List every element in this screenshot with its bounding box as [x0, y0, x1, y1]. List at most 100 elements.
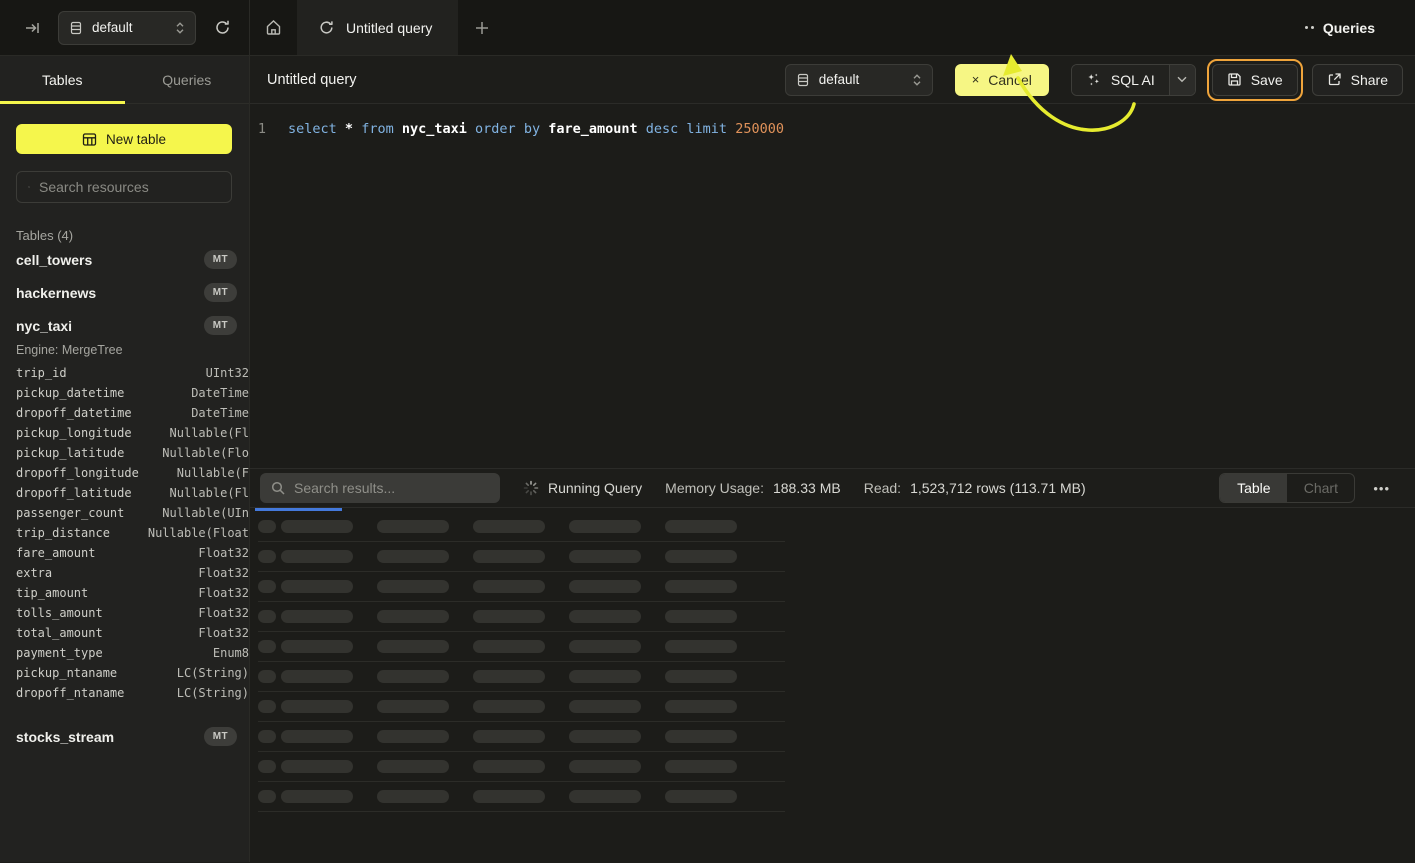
line-number: 1 [250, 118, 274, 140]
tab-untitled-query[interactable]: Untitled query [297, 0, 458, 55]
table-row-stocks-stream[interactable]: stocks_stream MT [0, 720, 249, 753]
plus-icon [475, 21, 489, 35]
table-name: cell_towers [16, 252, 92, 268]
app-window: default Untitled query Queries [0, 0, 1415, 863]
results-skeleton [250, 511, 1415, 862]
view-toggle: Table Chart [1219, 473, 1355, 503]
read-label: Read: [864, 480, 901, 496]
share-button[interactable]: Share [1312, 64, 1403, 96]
sql-editor[interactable]: 1 select * from nyc_taxi order by fare_a… [250, 104, 1415, 468]
column-row: pickup_datetimeDateTime [16, 386, 249, 406]
view-toggle-chart[interactable]: Chart [1287, 474, 1354, 502]
column-row: payment_typeEnum8 [16, 646, 249, 666]
queries-icon [1305, 26, 1314, 29]
topbar-database-value: default [92, 20, 166, 35]
sql-code-line: select * from nyc_taxi order by fare_amo… [274, 118, 784, 140]
spinner-icon [523, 480, 539, 496]
query-database-selector[interactable]: default [785, 64, 933, 96]
query-workspace: Untitled query default × Cancel [250, 56, 1415, 862]
tab-strip: Untitled query [250, 0, 506, 55]
results-toolbar: Running Query Memory Usage: 188.33 MB Re… [250, 468, 1415, 508]
table-name: nyc_taxi [16, 318, 72, 334]
share-icon [1327, 72, 1342, 87]
column-row: dropoff_datetimeDateTime [16, 406, 249, 426]
column-row: dropoff_longitudeNullable(F [16, 466, 249, 486]
skeleton-row [258, 512, 785, 542]
read-stat: Read: 1,523,712 rows (113.71 MB) [864, 480, 1086, 496]
read-value: 1,523,712 rows (113.71 MB) [910, 480, 1086, 496]
tab-label: Untitled query [346, 20, 432, 36]
search-icon [28, 180, 30, 194]
skeleton-row [258, 572, 785, 602]
sql-ai-label: SQL AI [1111, 72, 1155, 88]
query-database-value: default [819, 72, 903, 87]
results-search[interactable] [260, 473, 500, 503]
engine-label: Engine: MergeTree [16, 343, 249, 357]
sidebar-content: New table [0, 104, 249, 203]
close-icon: × [972, 73, 980, 86]
column-row: fare_amountFloat32 [16, 546, 249, 566]
view-toggle-table[interactable]: Table [1220, 474, 1287, 502]
memory-usage-stat: Memory Usage: 188.33 MB [665, 480, 841, 496]
table-row-nyc-taxi[interactable]: nyc_taxi MT [0, 309, 249, 342]
query-progress-fill [255, 508, 342, 511]
more-options-button[interactable]: ••• [1367, 477, 1396, 500]
refresh-icon [214, 19, 231, 36]
skeleton-row [258, 632, 785, 662]
query-status: Running Query [523, 480, 642, 496]
queries-link[interactable]: Queries [1305, 20, 1375, 36]
column-row: total_amountFloat32 [16, 626, 249, 646]
sql-ai-dropdown-button[interactable] [1169, 65, 1195, 95]
query-header: Untitled query default × Cancel [250, 56, 1415, 104]
cancel-button[interactable]: × Cancel [955, 64, 1049, 96]
table-name: stocks_stream [16, 729, 114, 745]
database-icon [796, 73, 810, 87]
share-label: Share [1351, 72, 1388, 88]
column-row: pickup_latitudeNullable(Flo [16, 446, 249, 466]
ellipsis-icon: ••• [1373, 481, 1390, 496]
topbar-left: default [0, 0, 250, 55]
sidebar-tab-tables[interactable]: Tables [0, 56, 125, 103]
save-highlight-ring: Save [1207, 59, 1303, 101]
sidebar-search[interactable] [16, 171, 232, 203]
status-text: Running Query [548, 480, 642, 496]
skeleton-row [258, 752, 785, 782]
column-row: trip_distanceNullable(Float [16, 526, 249, 546]
query-running-icon [319, 20, 334, 35]
cancel-label: Cancel [988, 72, 1032, 88]
new-table-button[interactable]: New table [16, 124, 232, 154]
collapse-sidebar-icon [24, 20, 40, 36]
sidebar-tab-queries[interactable]: Queries [125, 56, 250, 103]
column-row: passenger_countNullable(UIn [16, 506, 249, 526]
skeleton-row [258, 692, 785, 722]
skeleton-row [258, 602, 785, 632]
table-row-cell-towers[interactable]: cell_towers MT [0, 243, 249, 276]
chevron-down-icon [1177, 76, 1187, 83]
new-tab-button[interactable] [458, 0, 506, 55]
resources-sidebar: Tables Queries New table Tables (4) cell… [0, 56, 250, 862]
chevron-updown-icon [175, 21, 185, 35]
tables-section-label: Tables (4) [16, 228, 249, 243]
home-icon [265, 19, 282, 36]
query-controls: default × Cancel SQL AI [785, 59, 1403, 101]
refresh-button[interactable] [210, 15, 235, 40]
column-row: pickup_longitudeNullable(Fl [16, 426, 249, 446]
results-search-input[interactable] [294, 480, 489, 496]
home-tab[interactable] [250, 0, 297, 55]
collapse-sidebar-button[interactable] [20, 16, 44, 40]
sql-ai-button[interactable]: SQL AI [1072, 65, 1169, 95]
table-row-hackernews[interactable]: hackernews MT [0, 276, 249, 309]
column-row: tolls_amountFloat32 [16, 606, 249, 626]
query-progress [250, 508, 1415, 511]
column-row: trip_idUInt32 [16, 366, 249, 386]
engine-badge: MT [204, 250, 237, 269]
topbar-database-selector[interactable]: default [58, 11, 196, 45]
sidebar-search-input[interactable] [39, 179, 220, 195]
memory-usage-label: Memory Usage: [665, 480, 764, 496]
column-row: pickup_ntanameLC(String) [16, 666, 249, 686]
memory-usage-value: 188.33 MB [773, 480, 841, 496]
queries-link-label: Queries [1323, 20, 1375, 36]
column-row: extraFloat32 [16, 566, 249, 586]
save-button[interactable]: Save [1212, 64, 1298, 96]
engine-badge: MT [204, 727, 237, 746]
